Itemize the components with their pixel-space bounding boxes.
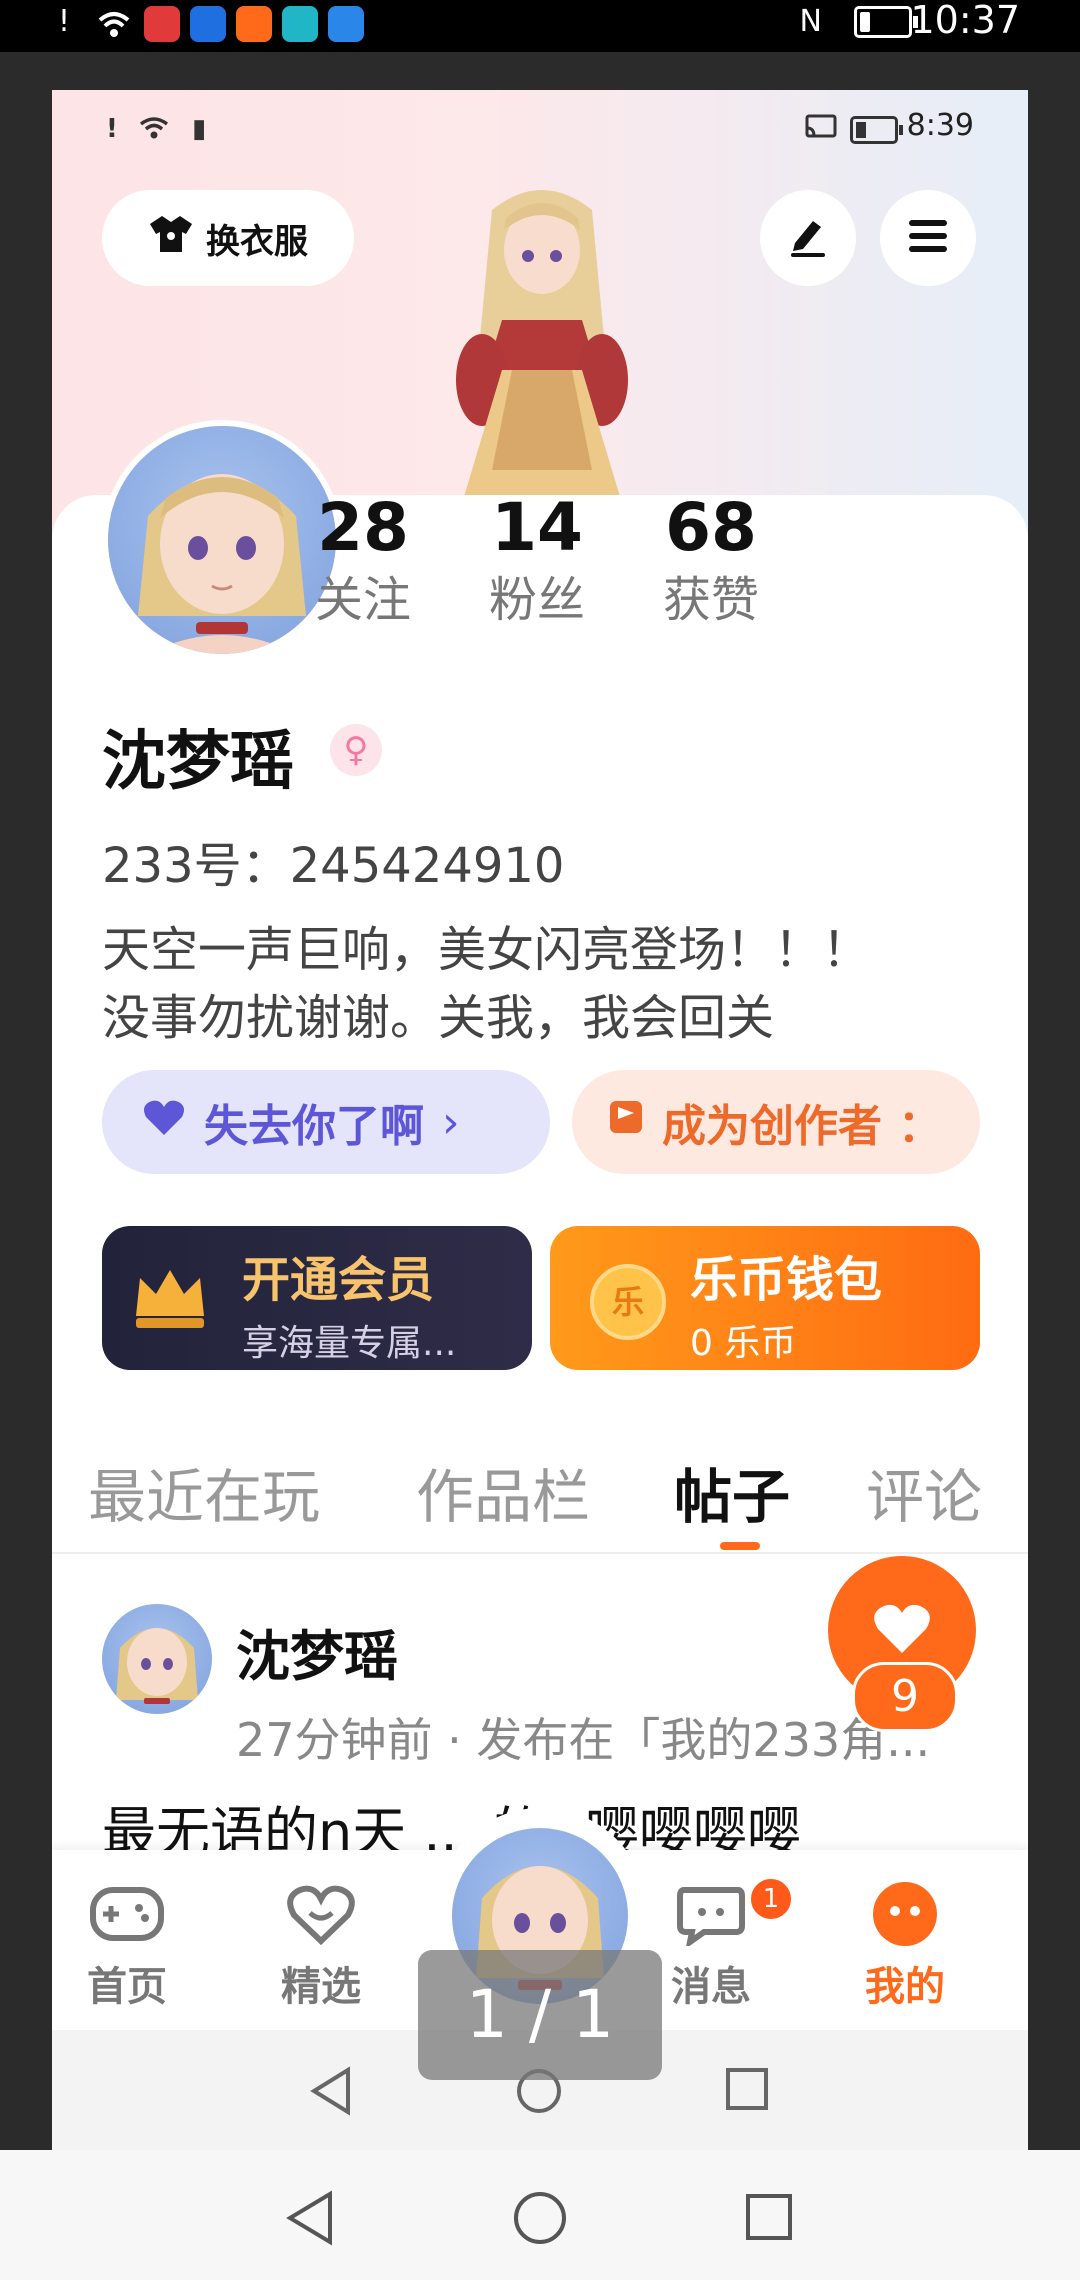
- female-gender-icon: ♀: [330, 724, 382, 776]
- recents-square-icon[interactable]: [744, 2192, 794, 2246]
- lost-you-label: 失去你了啊: [204, 1101, 424, 1152]
- wallet-balance: 0 乐币: [690, 1323, 797, 1364]
- mine-face-icon: [830, 1874, 980, 1954]
- app-notification-icon: [282, 6, 318, 42]
- heart-icon: [142, 1097, 186, 1148]
- coin-wallet-card[interactable]: 乐 乐币钱包 0 乐币: [550, 1226, 980, 1370]
- heart-outline-icon: [246, 1874, 396, 1954]
- vip-title: 开通会员: [242, 1252, 435, 1308]
- pencil-icon: [785, 213, 831, 263]
- sim-icon: ▮: [192, 114, 207, 144]
- lost-you-pill-button[interactable]: 失去你了啊 ›: [102, 1070, 550, 1174]
- like-count-badge: 9: [852, 1662, 958, 1732]
- more-indicator: ：: [898, 1101, 942, 1152]
- outer-clock: 10:37: [910, 0, 1020, 42]
- coin-icon: 乐: [590, 1264, 666, 1340]
- divider: [52, 1552, 1028, 1554]
- battery-icon: [850, 116, 903, 144]
- recents-square-icon[interactable]: [724, 2066, 770, 2116]
- wifi-icon: [96, 6, 132, 42]
- back-icon[interactable]: [284, 2190, 336, 2250]
- inner-status-bar: ! ▮ 8:39: [52, 90, 1028, 160]
- nav-home[interactable]: 首页: [52, 1874, 202, 2012]
- post-author-name[interactable]: 沈梦瑶: [236, 1612, 398, 1691]
- nav-home-label: 首页: [87, 1964, 167, 2010]
- post-author-avatar[interactable]: [102, 1604, 212, 1714]
- outer-status-bar: ! N 10:37: [0, 0, 1080, 52]
- following-label: 关注: [314, 572, 411, 628]
- tab-comments[interactable]: 评论: [866, 1450, 982, 1534]
- message-count-badge: 1: [748, 1876, 794, 1922]
- nav-featured-label: 精选: [281, 1964, 361, 2010]
- screenshot-preview: ! ▮ 8:39 换衣服 28 关注 14 粉丝 68 获赞 沈梦瑶 ♀ 233…: [52, 90, 1028, 2150]
- vip-subtitle: 享海量专属...: [242, 1323, 457, 1364]
- nav-featured[interactable]: 精选: [246, 1874, 396, 2012]
- cast-icon: [804, 114, 838, 147]
- bio-line: 天空一声巨响，美女闪亮登场！！！: [102, 922, 871, 978]
- tab-recently-played[interactable]: 最近在玩: [88, 1450, 320, 1534]
- chevron-right-icon: ›: [442, 1096, 460, 1148]
- user-id[interactable]: 233号：245424910: [102, 826, 564, 896]
- active-tab-indicator: [720, 1542, 760, 1550]
- download-icon: [236, 6, 272, 42]
- change-outfit-label: 换衣服: [206, 221, 308, 262]
- change-outfit-button[interactable]: 换衣服: [102, 190, 354, 286]
- inner-clock: 8:39: [906, 108, 974, 143]
- shirt-icon: [148, 214, 194, 263]
- creator-flag-icon: [606, 1097, 646, 1148]
- app-notification-icon: [190, 6, 226, 42]
- crown-icon: [130, 1262, 210, 1336]
- wifi-icon: [138, 114, 170, 147]
- likes-count: 68: [665, 489, 757, 566]
- wallet-title: 乐币钱包: [690, 1252, 883, 1308]
- following-count: 28: [317, 489, 409, 566]
- tab-works[interactable]: 作品栏: [416, 1450, 590, 1534]
- back-icon[interactable]: [308, 2066, 354, 2120]
- battery-icon: [854, 6, 918, 38]
- profile-username: 沈梦瑶: [102, 725, 294, 799]
- vip-membership-card[interactable]: 开通会员 享海量专属...: [102, 1226, 532, 1370]
- system-navigation-bar: [0, 2150, 1080, 2280]
- menu-button[interactable]: [880, 190, 976, 286]
- hamburger-menu-icon: [905, 216, 951, 260]
- become-creator-pill-button[interactable]: 成为创作者 ：: [572, 1070, 980, 1174]
- app-notification-icon: [144, 6, 180, 42]
- followers-stat[interactable]: 14 粉丝: [452, 490, 622, 630]
- alert-icon: !: [58, 4, 94, 40]
- likes-label: 获赞: [662, 572, 759, 628]
- tab-posts[interactable]: 帖子: [674, 1450, 790, 1534]
- bio-line: 没事勿扰谢谢。关我，我会回关: [102, 990, 775, 1046]
- heart-icon: [872, 1601, 932, 1659]
- gamepad-icon: [52, 1874, 202, 1954]
- nav-mine-label: 我的: [865, 1964, 945, 2010]
- edit-profile-button[interactable]: [760, 190, 856, 286]
- nfc-icon: N: [799, 4, 822, 39]
- app-notification-icon: [328, 6, 364, 42]
- likes-stat[interactable]: 68 获赞: [626, 490, 796, 630]
- following-stat[interactable]: 28 关注: [278, 490, 448, 630]
- become-creator-label: 成为创作者: [662, 1101, 882, 1152]
- nav-mine[interactable]: 我的: [830, 1874, 980, 2012]
- followers-label: 粉丝: [488, 572, 585, 628]
- image-viewer-counter: 1 / 1: [418, 1950, 662, 2080]
- alert-icon: !: [106, 114, 118, 144]
- followers-count: 14: [491, 489, 583, 566]
- home-circle-icon[interactable]: [512, 2190, 568, 2250]
